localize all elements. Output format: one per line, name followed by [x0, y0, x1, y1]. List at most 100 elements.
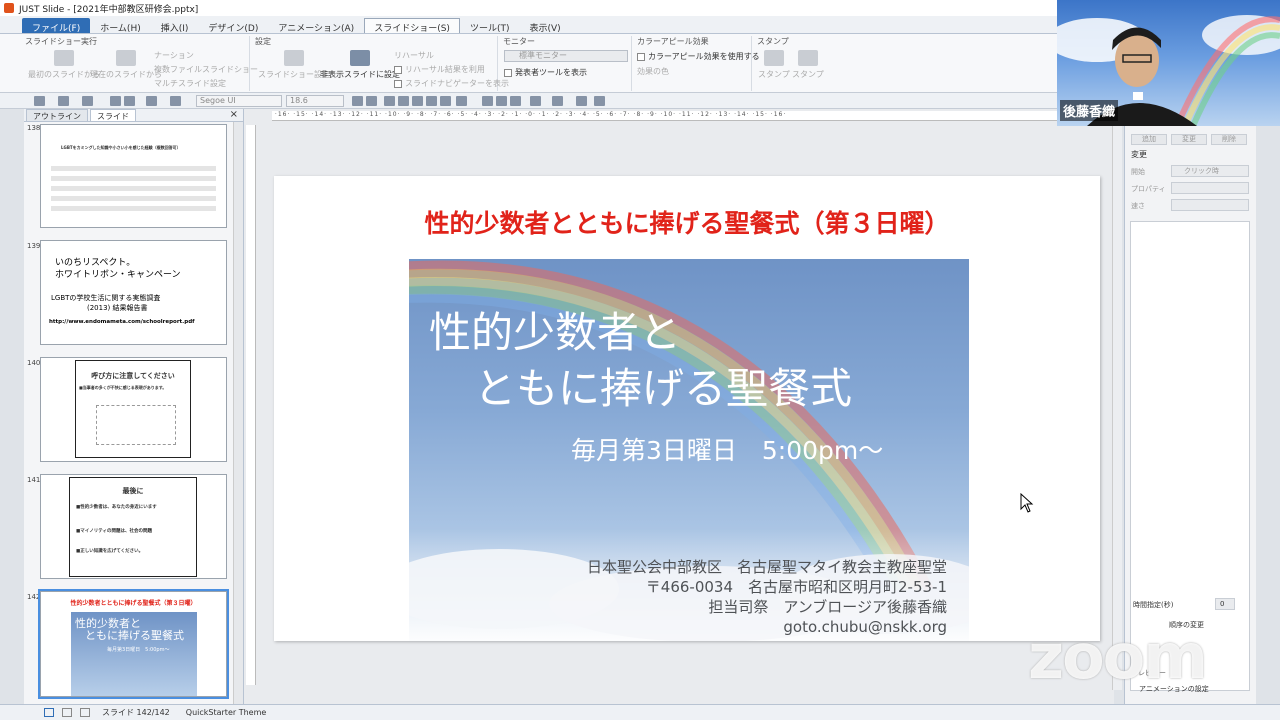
- menu-tab-file[interactable]: ファイル(F): [22, 18, 91, 34]
- file-slideshow-option[interactable]: 複数ファイルスライドショー: [154, 64, 258, 75]
- slide-counter: スライド 142/142: [102, 708, 170, 717]
- thumb-line: ともに捧げる聖餐式: [85, 629, 184, 642]
- thumb-bullet: ■マイノリティの問題は、社会の問題: [76, 529, 152, 534]
- color-appeal-checkbox[interactable]: [637, 52, 645, 61]
- photo-contact-info: 日本聖公会中部教区 名古屋聖マタイ教会主教座聖堂 〒466-0034 名古屋市昭…: [587, 557, 947, 637]
- menu-tab-slideshow[interactable]: スライドショー(S): [364, 18, 460, 34]
- slide-photo[interactable]: 性的少数者と ともに捧げる聖餐式 毎月第3日曜日 5:00pm〜 日本聖公会中部…: [409, 259, 969, 641]
- strikethrough-icon[interactable]: [426, 96, 437, 106]
- speed-label: 速さ: [1131, 202, 1145, 210]
- participant-video: 後藤香織: [1057, 0, 1280, 126]
- thumb-bullet: ■正しい知識を広げてください。: [76, 549, 144, 554]
- delete-effect-button[interactable]: 削除: [1211, 134, 1247, 145]
- undo-icon[interactable]: [146, 96, 157, 106]
- start-select[interactable]: クリック時: [1171, 165, 1249, 177]
- sorter-view-icon[interactable]: [62, 708, 72, 717]
- redo-icon[interactable]: [170, 96, 181, 106]
- info-line: 日本聖公会中部教区 名古屋聖マタイ教会主教座聖堂: [586, 558, 947, 576]
- thumbnail-scrollbar[interactable]: [233, 122, 243, 704]
- shadow-icon[interactable]: [440, 96, 451, 106]
- presenter-checkbox[interactable]: [504, 68, 512, 77]
- status-bar: スライド 142/142 QuickStarter Theme: [0, 704, 1280, 720]
- italic-icon[interactable]: [398, 96, 409, 106]
- slide-title[interactable]: 性的少数者とともに捧げる聖餐式（第３日曜）: [274, 204, 1100, 240]
- menu-tab-tools[interactable]: ツール(T): [460, 18, 520, 34]
- thumb-link: http://www.endomameta.com/schoolreport.p…: [49, 319, 195, 325]
- slide-thumbnail-141[interactable]: 最後に ■性的少数者は、あなたの身近にいます ■マイノリティの問題は、社会の問題…: [40, 474, 227, 579]
- thumb-title: 最後に: [122, 487, 144, 495]
- print-icon[interactable]: [110, 96, 121, 106]
- app-icon: [4, 3, 14, 13]
- align-left-icon[interactable]: [482, 96, 493, 106]
- group-title-settings: 設定: [255, 37, 271, 46]
- menu-tab-insert[interactable]: 挿入(I): [151, 18, 199, 34]
- preview-icon[interactable]: [124, 96, 135, 106]
- new-file-icon[interactable]: [34, 96, 45, 106]
- save-icon[interactable]: [82, 96, 93, 106]
- slide-thumbnail-142[interactable]: 性的少数者とともに捧げる聖餐式（第３日曜） 性的少数者と ともに捧げる聖餐式 毎…: [38, 589, 229, 699]
- canvas-scrollbar[interactable]: [1112, 125, 1122, 690]
- thumb-line: (2013) 結果報告書: [87, 304, 148, 312]
- thumb-bullet: ■性的少数者は、あなたの身近にいます: [76, 505, 157, 510]
- effect-color-option[interactable]: 効果の色: [637, 66, 669, 77]
- font-size-select[interactable]: 18.6: [286, 95, 344, 107]
- narration-option[interactable]: ナーション: [154, 50, 194, 61]
- font-shrink-icon[interactable]: [366, 96, 377, 106]
- monitor-select[interactable]: 標準モニター: [504, 50, 628, 62]
- change-effect-button[interactable]: 変更: [1171, 134, 1207, 145]
- bold-icon[interactable]: [384, 96, 395, 106]
- property-select[interactable]: [1171, 182, 1249, 194]
- color-appeal-option[interactable]: カラーアピール効果を使用する: [637, 51, 760, 62]
- slide-thumbnail-140[interactable]: 呼び方に注意してください ■当事者の多くが不快に感じる表現があります。: [40, 357, 227, 462]
- thumb-frame: 最後に ■性的少数者は、あなたの身近にいます ■マイノリティの問題は、社会の問題…: [69, 477, 197, 577]
- navigator-option[interactable]: スライドナビゲーターを表示: [394, 78, 509, 89]
- font-grow-icon[interactable]: [352, 96, 363, 106]
- slide-thumbnail-139[interactable]: いのちリスペクト。 ホワイトリボン・キャンペーン LGBTの学校生活に関する実態…: [40, 240, 227, 345]
- hide-slide-button[interactable]: 非表示スライドに設定: [320, 50, 400, 80]
- multi-slide-option[interactable]: マルチスライド設定: [154, 78, 226, 89]
- slide-number: 138: [27, 124, 41, 132]
- font-name-select[interactable]: Segoe UI: [196, 95, 282, 107]
- menu-tab-design[interactable]: デザイン(D): [198, 18, 268, 34]
- numbering-icon[interactable]: [552, 96, 563, 106]
- from-current-button[interactable]: 現在のスライドから: [90, 50, 162, 80]
- open-file-icon[interactable]: [58, 96, 69, 106]
- bullets-icon[interactable]: [530, 96, 541, 106]
- menu-tab-animation[interactable]: アニメーション(A): [268, 18, 364, 34]
- stamp-button-1[interactable]: スタンプ: [758, 50, 790, 80]
- timing-input[interactable]: 0: [1215, 598, 1235, 610]
- vertical-ruler: [246, 125, 256, 685]
- ribbon-group-run: スライドショー実行 最初のスライドから 現在のスライドから ナーション 複数ファ…: [22, 36, 258, 91]
- slide-thumbnail-138[interactable]: LGBTをカミングした知識や小さい小を感じた経験（複数回答可）: [40, 124, 227, 228]
- align-right-icon[interactable]: [510, 96, 521, 106]
- underline-icon[interactable]: [412, 96, 423, 106]
- thumb-table: [51, 161, 216, 213]
- use-rehearse-option[interactable]: リハーサル結果を利用: [394, 64, 485, 75]
- group-title-run: スライドショー実行: [25, 37, 97, 46]
- mouse-cursor-icon: [1020, 493, 1034, 513]
- notes-view-icon[interactable]: [80, 708, 90, 717]
- add-effect-button[interactable]: 追加: [1131, 134, 1167, 145]
- speed-select[interactable]: [1171, 199, 1249, 211]
- stamp-icon: [797, 50, 818, 66]
- menu-tab-home[interactable]: ホーム(H): [90, 18, 151, 34]
- indent-increase-icon[interactable]: [594, 96, 605, 106]
- stamp-button-2[interactable]: スタンプ: [792, 50, 824, 80]
- thumb-diagram: [96, 405, 176, 445]
- align-center-icon[interactable]: [496, 96, 507, 106]
- tab-outline[interactable]: アウトライン: [26, 109, 88, 121]
- close-icon[interactable]: ×: [230, 109, 238, 120]
- rehearse-button[interactable]: リハーサル: [394, 50, 434, 61]
- tab-slides[interactable]: スライド: [90, 109, 136, 121]
- navigator-checkbox[interactable]: [394, 79, 402, 88]
- ribbon: スライドショー実行 最初のスライドから 現在のスライドから ナーション 複数ファ…: [0, 34, 1060, 93]
- normal-view-icon[interactable]: [44, 708, 54, 717]
- current-slide[interactable]: 性的少数者とともに捧げる聖餐式（第３日曜） 性的少数者と ともに捧げる聖餐式 毎…: [274, 176, 1100, 641]
- font-color-icon[interactable]: [456, 96, 467, 106]
- change-section-label: 変更: [1131, 150, 1147, 159]
- menu-tab-view[interactable]: 表示(V): [519, 18, 570, 34]
- presenter-tool-option[interactable]: 発表者ツールを表示: [504, 67, 587, 78]
- use-rehearse-checkbox[interactable]: [394, 65, 402, 74]
- info-line: 〒466-0034 名古屋市昭和区明月町2-53-1: [645, 578, 947, 596]
- indent-decrease-icon[interactable]: [576, 96, 587, 106]
